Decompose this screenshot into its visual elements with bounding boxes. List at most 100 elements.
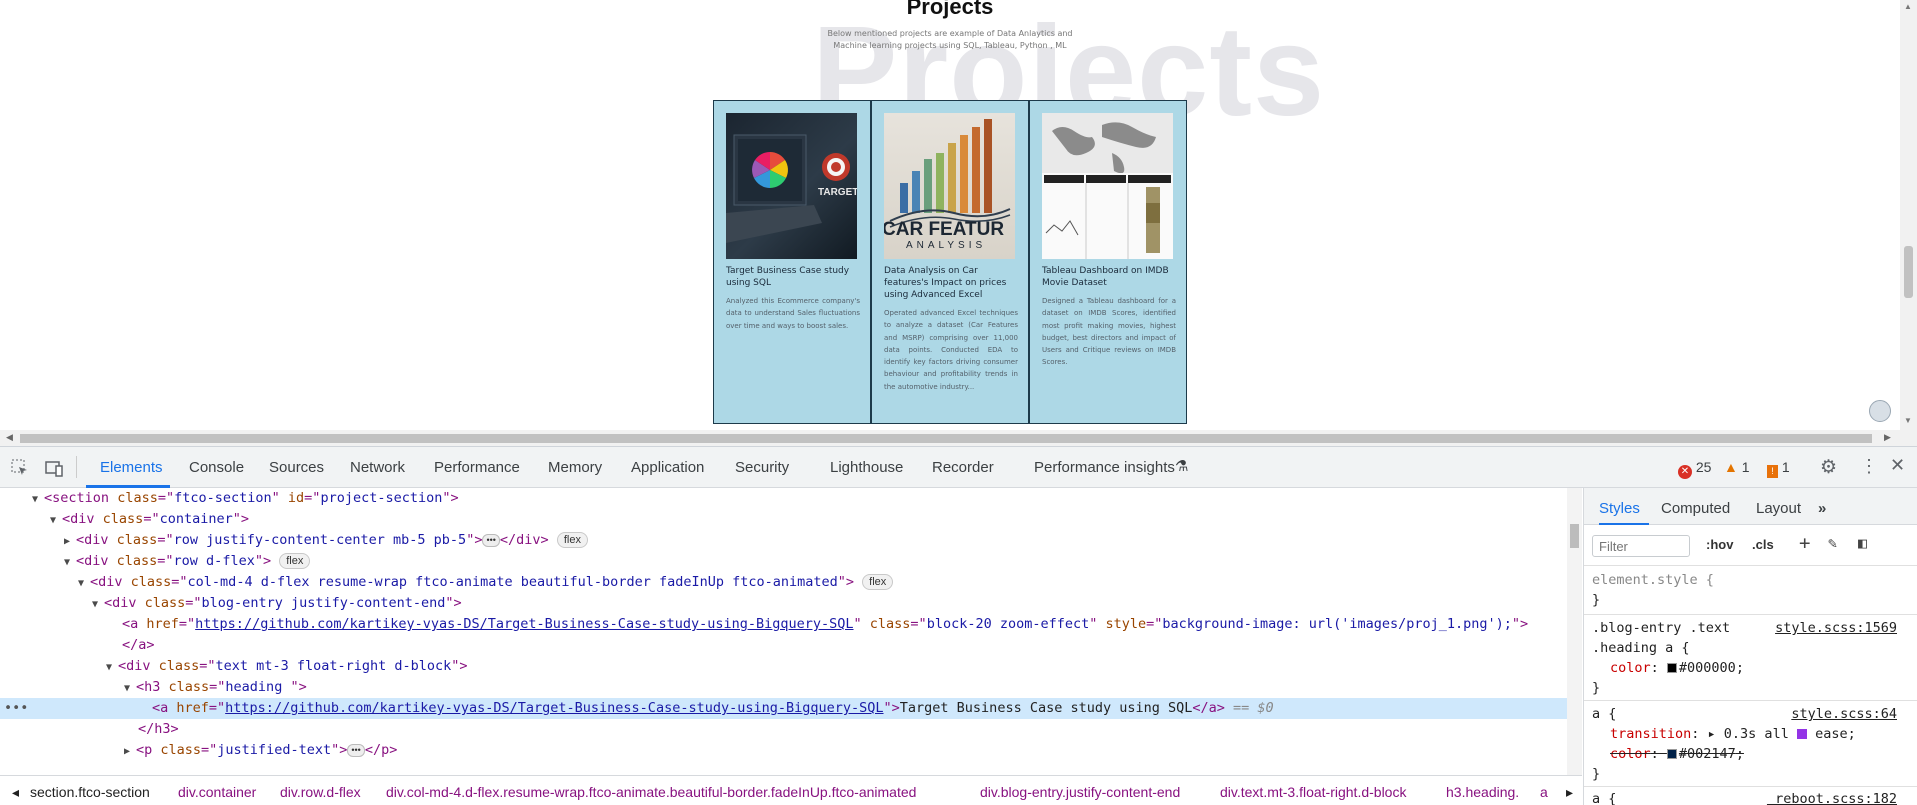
breadcrumb-scroll-right-icon[interactable]: ▸ xyxy=(1566,784,1573,801)
breadcrumb-item[interactable]: div.blog-entry.justify-content-end xyxy=(980,784,1180,800)
project-desc-imdb: Designed a Tableau dashboard for a datas… xyxy=(1042,297,1176,367)
breadcrumb-item[interactable]: div.col-md-4.d-flex.resume-wrap.ftco-ani… xyxy=(386,784,916,800)
settings-gear-icon[interactable]: ⚙ xyxy=(1820,456,1837,479)
dom-node-section[interactable]: ▼ <section class="ftco-section" id="proje… xyxy=(0,488,1567,509)
new-style-rule-icon[interactable]: + xyxy=(1799,532,1810,554)
collapsed-ellipsis-icon[interactable]: ••• xyxy=(482,533,500,547)
flex-badge[interactable]: flex xyxy=(862,574,894,590)
dom-node-anchor-close[interactable]: </a> xyxy=(0,635,1567,656)
flex-badge[interactable]: flex xyxy=(279,553,311,569)
inspect-element-icon[interactable] xyxy=(10,458,30,478)
dom-node-selected-anchor[interactable]: ••• <a href="https://github.com/kartikey… xyxy=(0,698,1567,719)
close-devtools-icon[interactable]: ✕ xyxy=(1890,455,1905,476)
issues-badge[interactable]: ! 1 xyxy=(1767,459,1790,478)
scroll-down-arrow-icon[interactable]: ▼ xyxy=(1904,416,1912,425)
breadcrumb-scroll-left-icon[interactable]: ◂ xyxy=(12,784,19,801)
assistant-icon[interactable] xyxy=(1869,400,1891,422)
dom-node-text[interactable]: ▼ <div class="text mt-3 float-right d-blo… xyxy=(0,656,1567,677)
href-link[interactable]: https://github.com/kartikey-vyas-DS/Targ… xyxy=(195,616,853,632)
flex-badge[interactable]: flex xyxy=(556,532,588,548)
dom-node-anchor-image[interactable]: <a href="https://github.com/kartikey-vya… xyxy=(0,614,1567,635)
color-swatch[interactable] xyxy=(1666,749,1677,759)
tab-styles[interactable]: Styles xyxy=(1599,500,1640,517)
tab-performance-insights[interactable]: Performance insights xyxy=(1034,459,1175,476)
rule1-selector[interactable]: .blog-entry .text xyxy=(1592,618,1730,638)
project-title-imdb[interactable]: Tableau Dashboard on IMDB Movie Dataset xyxy=(1042,265,1176,289)
project-image-target[interactable]: TARGET xyxy=(726,113,857,259)
cls-toggle[interactable]: .cls xyxy=(1752,537,1774,552)
page-horizontal-scroll-thumb[interactable] xyxy=(20,434,1872,443)
rule3-selector[interactable]: a { xyxy=(1592,789,1616,805)
dom-tree-scrollbar[interactable] xyxy=(1567,488,1582,775)
hov-toggle[interactable]: :hov xyxy=(1706,537,1733,552)
errors-badge[interactable]: ✕ 25 xyxy=(1678,459,1711,479)
more-tabs-chevron-icon[interactable]: » xyxy=(1818,500,1826,517)
rule1-color-declaration[interactable]: color: #000000; xyxy=(1610,658,1744,678)
tab-computed[interactable]: Computed xyxy=(1661,500,1730,517)
collapsed-ellipsis-icon[interactable]: ••• xyxy=(347,743,365,757)
tab-console[interactable]: Console xyxy=(189,459,244,476)
rule-close-brace: } xyxy=(1592,592,1601,608)
dom-tree-scroll-thumb[interactable] xyxy=(1570,524,1579,548)
toggle-sidebar-icon[interactable]: ◧ xyxy=(1858,534,1867,552)
dom-node-col[interactable]: ▼ <div class="col-md-4 d-flex resume-wrap… xyxy=(0,572,1567,593)
rule2-color-declaration-overridden[interactable]: color: #002147; xyxy=(1610,744,1744,764)
scroll-up-arrow-icon[interactable]: ▲ xyxy=(1904,2,1912,11)
page-horizontal-scrollbar[interactable]: ◀ ▶ xyxy=(0,430,1917,446)
project-title-car-features[interactable]: Data Analysis on Car features's Impact o… xyxy=(884,265,1018,301)
dom-node-blog-entry[interactable]: ▼ <div class="blog-entry justify-content-… xyxy=(0,593,1567,614)
tab-performance[interactable]: Performance xyxy=(434,459,520,476)
breadcrumb-item[interactable]: div.text.mt-3.float-right.d-block xyxy=(1220,784,1406,800)
project-title-target[interactable]: Target Business Case study using SQL xyxy=(726,265,860,289)
breadcrumb-item[interactable]: a xyxy=(1540,784,1548,800)
rule2-source-link[interactable]: style.scss:64 xyxy=(1791,704,1897,724)
rule1-selector-2[interactable]: .heading a { xyxy=(1592,638,1690,658)
car-image-text-2: ANALYSIS xyxy=(906,240,987,251)
breadcrumb-item[interactable]: h3.heading. xyxy=(1446,784,1519,800)
color-swatch[interactable] xyxy=(1666,663,1677,673)
tab-elements[interactable]: Elements xyxy=(100,459,163,476)
dom-tree[interactable]: ▼ <section class="ftco-section" id="proje… xyxy=(0,488,1567,775)
project-image-imdb[interactable] xyxy=(1042,113,1173,259)
paint-brush-icon[interactable]: ✎ xyxy=(1828,534,1837,552)
dom-node-h3-close[interactable]: </h3> xyxy=(0,719,1567,740)
scroll-left-arrow-icon[interactable]: ◀ xyxy=(6,432,13,443)
tab-memory[interactable]: Memory xyxy=(548,459,602,476)
breadcrumb-item[interactable]: div.container xyxy=(178,784,256,800)
tab-lighthouse[interactable]: Lighthouse xyxy=(830,459,903,476)
dom-node-p[interactable]: ▶ <p class="justified-text"> ••• </p> xyxy=(0,740,1567,761)
project-card-imdb[interactable]: Tableau Dashboard on IMDB Movie Dataset … xyxy=(1029,100,1187,424)
scroll-right-arrow-icon[interactable]: ▶ xyxy=(1884,432,1891,443)
dom-node-container[interactable]: ▼ <div class="container"> xyxy=(0,509,1567,530)
rule3-source-link[interactable]: _reboot.scss:182 xyxy=(1767,789,1897,805)
styles-filter-input[interactable] xyxy=(1592,535,1690,557)
rule2-transition-declaration[interactable]: transition: ▸ 0.3s all ease; xyxy=(1610,724,1856,744)
tab-recorder[interactable]: Recorder xyxy=(932,459,994,476)
tab-layout[interactable]: Layout xyxy=(1756,500,1801,517)
page-vertical-scroll-thumb[interactable] xyxy=(1904,246,1913,298)
breadcrumb-item[interactable]: div.row.d-flex xyxy=(280,784,361,800)
project-card-target[interactable]: TARGET Target Business Case study using … xyxy=(713,100,871,424)
dom-node-row-center[interactable]: ▶ <div class="row justify-content-center … xyxy=(0,530,1567,551)
href-link[interactable]: https://github.com/kartikey-vyas-DS/Targ… xyxy=(225,700,883,716)
breadcrumb-item[interactable]: section.ftco-section xyxy=(30,784,150,800)
tab-application[interactable]: Application xyxy=(631,459,704,476)
tab-security[interactable]: Security xyxy=(735,459,789,476)
anchor-text: Target Business Case study using SQL xyxy=(899,700,1193,716)
rule1-source-link[interactable]: style.scss:1569 xyxy=(1775,618,1897,638)
more-options-icon[interactable]: ⋮ xyxy=(1860,456,1878,477)
device-toolbar-icon[interactable] xyxy=(44,458,64,478)
project-image-car-features[interactable]: CAR FEATUR ANALYSIS xyxy=(884,113,1015,259)
tab-network[interactable]: Network xyxy=(350,459,405,476)
element-style-rule[interactable]: element.style { xyxy=(1592,570,1714,590)
page-viewport: Projects Projects Below mentioned projec… xyxy=(0,0,1917,430)
page-vertical-scrollbar[interactable]: ▲ ▼ xyxy=(1900,0,1917,430)
rule2-selector[interactable]: a { xyxy=(1592,704,1616,724)
tab-sources[interactable]: Sources xyxy=(269,459,324,476)
easing-editor-icon[interactable] xyxy=(1796,729,1807,739)
project-card-car-features[interactable]: CAR FEATUR ANALYSIS Data Analysis on Car… xyxy=(871,100,1029,424)
dom-node-h3[interactable]: ▼ <h3 class="heading "> xyxy=(0,677,1567,698)
node-actions-ellipsis-icon[interactable]: ••• xyxy=(4,698,28,719)
dom-node-row-flex[interactable]: ▼ <div class="row d-flex"> flex xyxy=(0,551,1567,572)
warnings-badge[interactable]: ▲ 1 xyxy=(1724,459,1750,475)
